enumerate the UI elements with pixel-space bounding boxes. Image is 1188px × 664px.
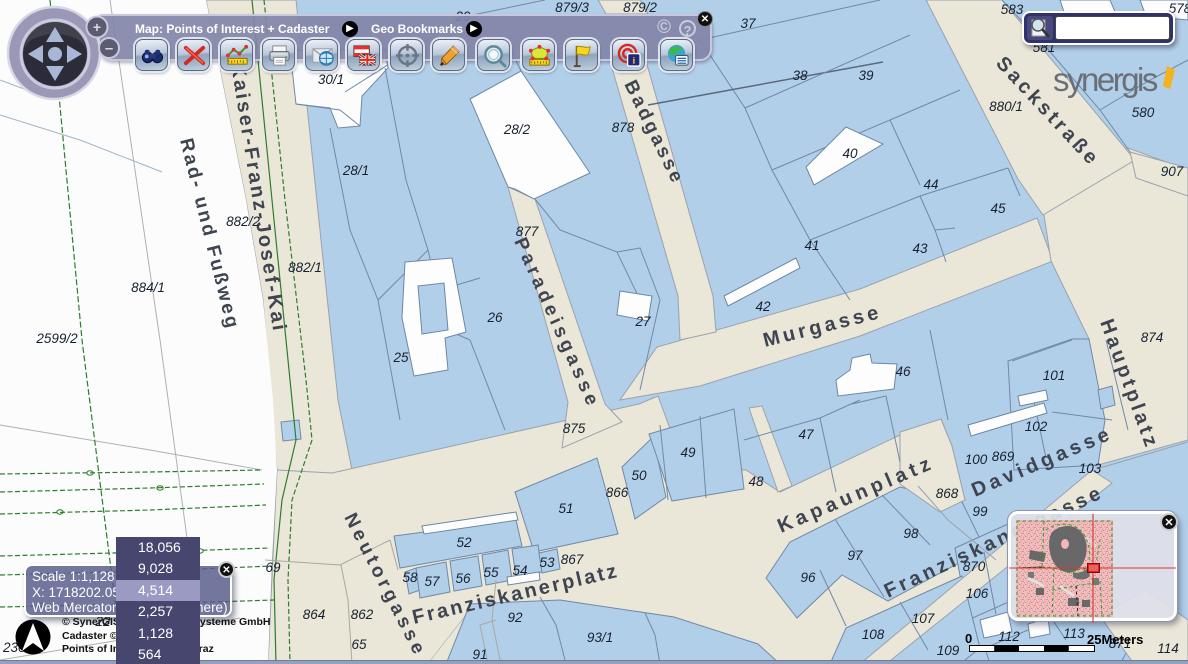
svg-text:69: 69 xyxy=(265,560,281,575)
svg-text:108: 108 xyxy=(862,627,885,642)
svg-text:2599/2: 2599/2 xyxy=(35,331,78,346)
svg-text:26: 26 xyxy=(486,310,503,325)
svg-text:874: 874 xyxy=(1141,330,1164,345)
svg-text:44: 44 xyxy=(923,177,938,192)
svg-text:38: 38 xyxy=(792,68,808,83)
svg-text:28/1: 28/1 xyxy=(342,163,369,178)
svg-text:28/2: 28/2 xyxy=(503,122,531,137)
svg-text:882/1: 882/1 xyxy=(288,260,322,275)
svg-text:+: + xyxy=(93,19,101,35)
svg-text:45: 45 xyxy=(990,201,1006,216)
svg-text:47: 47 xyxy=(798,427,814,442)
svg-text:57: 57 xyxy=(424,574,440,589)
svg-text:100: 100 xyxy=(965,452,988,467)
svg-text:i: i xyxy=(632,56,635,67)
svg-text:99: 99 xyxy=(972,504,988,519)
svg-text:25: 25 xyxy=(392,350,409,365)
svg-text:41: 41 xyxy=(804,238,819,253)
svg-text:56: 56 xyxy=(455,571,471,586)
svg-text:50: 50 xyxy=(631,468,647,483)
svg-text:43: 43 xyxy=(912,241,928,256)
svg-text:877: 877 xyxy=(516,224,539,239)
svg-text:583: 583 xyxy=(1001,2,1024,17)
svg-text:862: 862 xyxy=(351,607,374,622)
svg-text:870: 870 xyxy=(963,559,986,574)
svg-text:107: 107 xyxy=(912,611,935,626)
svg-text:51: 51 xyxy=(558,501,573,516)
svg-text:54: 54 xyxy=(512,563,527,578)
svg-text:867: 867 xyxy=(561,552,584,567)
svg-text:42: 42 xyxy=(755,299,771,314)
svg-text:109: 109 xyxy=(937,643,960,658)
svg-text:–: – xyxy=(105,40,113,57)
svg-text:58: 58 xyxy=(402,570,418,585)
svg-text:864: 864 xyxy=(303,607,326,622)
svg-text:40: 40 xyxy=(842,146,858,161)
svg-text:101: 101 xyxy=(1043,368,1066,383)
svg-text:37: 37 xyxy=(740,16,756,31)
svg-text:102: 102 xyxy=(1025,419,1048,434)
svg-text:46: 46 xyxy=(895,364,911,379)
svg-text:49: 49 xyxy=(680,445,696,460)
svg-text:879/2: 879/2 xyxy=(623,0,657,15)
svg-text:882/2: 882/2 xyxy=(226,214,260,229)
svg-text:30/1: 30/1 xyxy=(318,72,344,87)
svg-text:48: 48 xyxy=(748,474,764,489)
svg-text:869: 869 xyxy=(992,449,1015,464)
svg-text:93/1: 93/1 xyxy=(587,630,613,645)
svg-text:878: 878 xyxy=(612,120,635,135)
svg-text:27: 27 xyxy=(634,314,651,329)
svg-text:92: 92 xyxy=(507,610,523,625)
svg-text:97: 97 xyxy=(847,548,863,563)
svg-text:580: 580 xyxy=(1132,105,1155,120)
svg-text:52: 52 xyxy=(456,535,472,550)
svg-text:866: 866 xyxy=(606,485,629,500)
svg-text:103: 103 xyxy=(1079,461,1102,476)
svg-text:98: 98 xyxy=(903,526,919,541)
svg-text:39: 39 xyxy=(858,68,874,83)
svg-text:907: 907 xyxy=(1161,164,1184,179)
svg-text:884/1: 884/1 xyxy=(131,280,165,295)
svg-text:879/3: 879/3 xyxy=(555,0,589,15)
svg-text:880/1: 880/1 xyxy=(989,99,1023,114)
svg-text:106: 106 xyxy=(966,586,989,601)
svg-text:868: 868 xyxy=(936,486,959,501)
svg-text:65: 65 xyxy=(351,637,367,652)
svg-text:55: 55 xyxy=(483,565,499,580)
svg-text:96: 96 xyxy=(800,570,816,585)
svg-text:53: 53 xyxy=(539,555,555,570)
svg-text:875: 875 xyxy=(563,421,586,436)
